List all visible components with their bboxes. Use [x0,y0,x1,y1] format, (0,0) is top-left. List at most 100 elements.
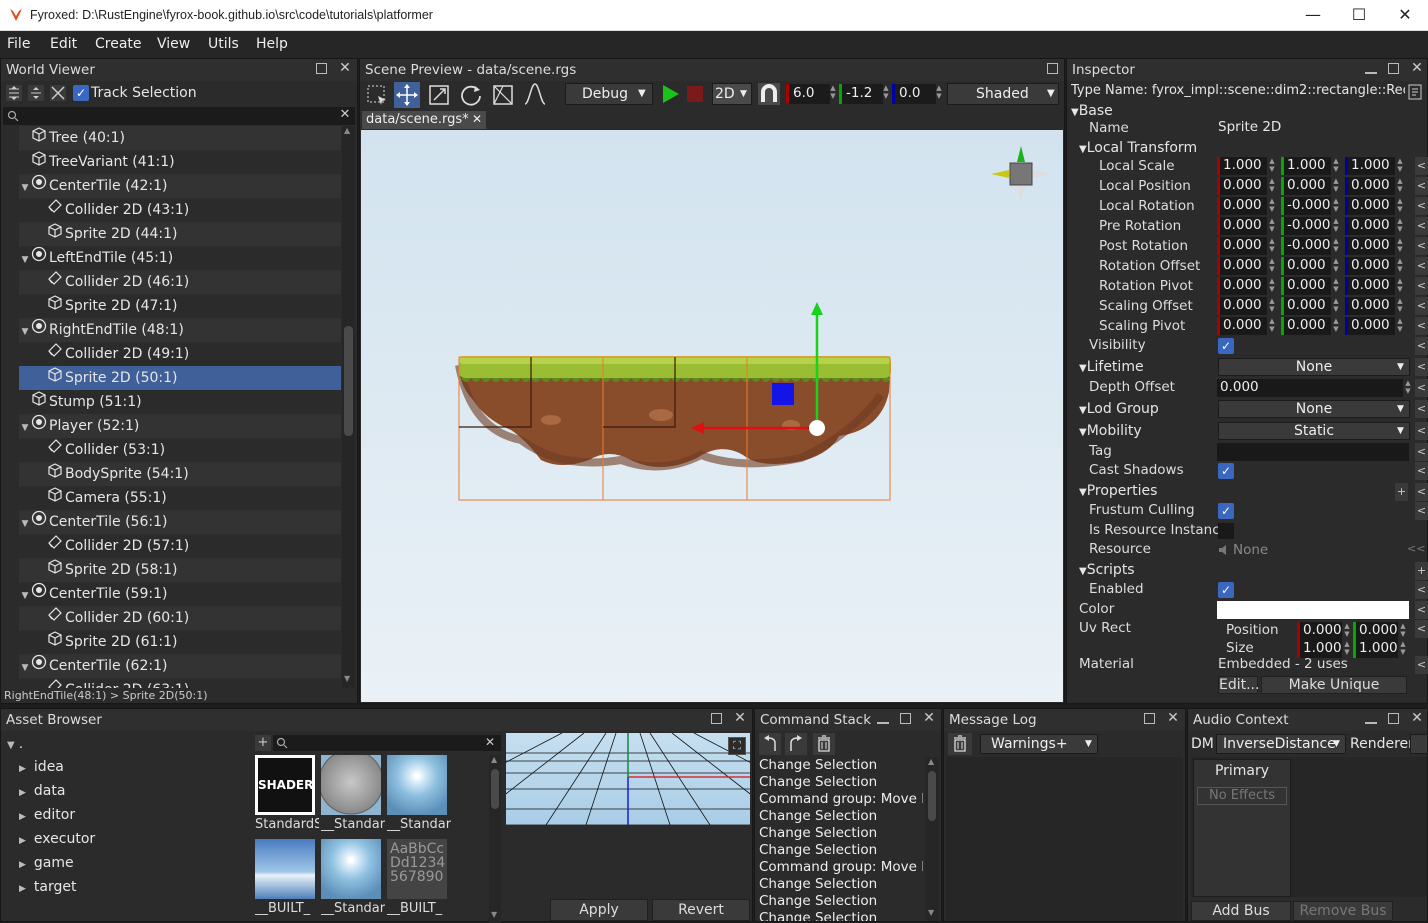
uv-position-x-spinner[interactable]: ▲ ▼ [1342,622,1352,640]
tree-item[interactable]: ▼ RightEndTile (48:1) [19,318,341,342]
command-item[interactable]: Change Selection [757,893,923,910]
clear-search-icon[interactable]: ✕ [337,108,353,124]
reset-button[interactable]: < [1415,237,1428,255]
play-button[interactable] [659,83,681,105]
tree-item[interactable]: ▼ CenterTile (42:1) [19,174,341,198]
maximize-panel-icon[interactable] [1047,63,1058,74]
transform-z-field[interactable]: 0.000 [1345,237,1395,255]
expand-arrow-icon[interactable]: ▶ [19,788,26,798]
transform-x-spinner[interactable]: ▲ ▼ [1267,317,1277,335]
transform-z-spinner[interactable]: ▲ ▼ [1395,257,1405,275]
minimize-panel-icon[interactable] [877,722,889,724]
scene-viewport[interactable] [361,130,1063,702]
command-item[interactable]: Change Selection [757,910,923,921]
move-tool-icon[interactable] [394,82,420,108]
tree-item[interactable]: Sprite 2D (58:1) [19,558,341,582]
transform-x-spinner[interactable]: ▲ ▼ [1267,157,1277,175]
close-window-button[interactable]: ✕ [1382,0,1428,31]
folder-item[interactable]: ▶ executor [19,831,95,847]
transform-y-spinner[interactable]: ▲ ▼ [1331,197,1341,215]
transform-z-spinner[interactable]: ▲ ▼ [1395,157,1405,175]
maximize-panel-icon[interactable] [316,63,327,74]
command-item[interactable]: Change Selection [757,825,923,842]
transform-x-spinner[interactable]: ▲ ▼ [1267,197,1277,215]
track-selection-checkbox[interactable]: ✓ [73,85,89,101]
close-panel-icon[interactable]: ✕ [732,711,748,727]
minimize-panel-icon[interactable] [1365,72,1377,74]
expand-arrow-icon[interactable]: ▼ [19,249,31,272]
tree-item[interactable]: Sprite 2D (47:1) [19,294,341,318]
maximize-panel-icon[interactable] [1388,713,1399,724]
asset-scroll-thumb[interactable] [491,769,499,809]
snap-z-field[interactable]: 0.0 [892,84,936,104]
command-item[interactable]: Change Selection [757,774,923,791]
transform-z-spinner[interactable]: ▲ ▼ [1395,237,1405,255]
folder-item[interactable]: ▶ game [19,855,74,871]
transform-x-spinner[interactable]: ▲ ▼ [1267,277,1277,295]
reset-button[interactable]: < [1415,257,1428,275]
transform-y-field[interactable]: -0.000 [1281,217,1331,235]
lifetime-toggle[interactable]: ▼Lifetime [1079,359,1144,375]
tree-item[interactable]: Collider 2D (43:1) [19,198,341,222]
reset-button[interactable]: < [1415,656,1428,674]
expand-all-icon[interactable] [27,84,45,102]
color-swatch[interactable] [1217,601,1409,619]
reset-button[interactable]: < [1415,601,1428,619]
maximize-button[interactable]: ☐ [1336,0,1382,31]
snapping-magnet-icon[interactable] [758,83,780,105]
reset-button[interactable]: < [1415,620,1428,638]
close-panel-icon[interactable]: ✕ [1409,711,1425,727]
transform-x-field[interactable]: 0.000 [1217,197,1267,215]
tree-item[interactable]: ▼ CenterTile (62:1) [19,654,341,678]
reset-button[interactable]: << [1407,542,1425,555]
expand-arrow-icon[interactable]: ▶ [19,764,26,774]
scroll-up-icon[interactable]: ▲ [491,755,497,764]
make-unique-button[interactable]: Make Unique [1261,676,1407,694]
folder-tree-root[interactable]: ▼ . [7,737,23,752]
mobility-toggle[interactable]: ▼Mobility [1079,423,1142,439]
add-property-button[interactable]: + [1395,483,1408,501]
tree-item[interactable]: ▼ LeftEndTile (45:1) [19,246,341,270]
reset-button[interactable]: < [1415,443,1428,461]
transform-y-spinner[interactable]: ▲ ▼ [1331,257,1341,275]
transform-y-field[interactable]: 0.000 [1281,177,1331,195]
stop-button[interactable] [687,86,703,102]
reset-button[interactable]: < [1415,462,1428,480]
menu-edit[interactable]: Edit [50,36,77,52]
tree-item[interactable]: Stump (51:1) [19,390,341,414]
transform-z-field[interactable]: 0.000 [1345,197,1395,215]
transform-x-spinner[interactable]: ▲ ▼ [1267,217,1277,235]
tree-item[interactable]: Collider 2D (63:1) [19,678,341,688]
properties-toggle[interactable]: ▼Properties [1079,483,1157,499]
rotate-tool-icon[interactable] [458,82,484,108]
revert-button[interactable]: Revert [652,899,750,921]
transform-y-spinner[interactable]: ▲ ▼ [1331,177,1341,195]
enabled-checkbox[interactable]: ✓ [1218,582,1234,598]
locate-selection-icon[interactable] [49,84,67,102]
reset-button[interactable]: < [1415,277,1428,295]
expand-arrow-icon[interactable]: ▼ [19,417,31,440]
trash-icon[interactable] [813,733,835,755]
transform-y-field[interactable]: 0.000 [1281,317,1331,335]
asset-item[interactable]: __Standar [321,839,385,921]
asset-item[interactable]: __BUILT_ [255,839,319,921]
expand-arrow-icon[interactable]: ▶ [19,860,26,870]
reset-button[interactable]: < [1415,358,1428,376]
folder-item[interactable]: ▶ data [19,783,65,799]
frustum-culling-checkbox[interactable]: ✓ [1218,503,1234,519]
snap-z-spinner[interactable]: ▲ ▼ [934,84,944,104]
transform-x-field[interactable]: 1.000 [1217,157,1267,175]
reset-button[interactable]: < [1415,422,1428,440]
visibility-checkbox[interactable]: ✓ [1218,338,1234,354]
reset-button[interactable]: < [1415,197,1428,215]
tree-item[interactable]: Collider (53:1) [19,438,341,462]
minimize-button[interactable]: — [1290,0,1336,31]
tree-item[interactable]: ▼ CenterTile (56:1) [19,510,341,534]
maximize-panel-icon[interactable] [1144,713,1155,724]
menu-file[interactable]: File [7,36,30,52]
folder-item[interactable]: ▶ editor [19,807,75,823]
transform-x-field[interactable]: 0.000 [1217,177,1267,195]
navmesh-tool-icon[interactable] [490,82,516,108]
mobility-dropdown[interactable]: Static ▼ [1218,422,1410,440]
transform-z-field[interactable]: 0.000 [1345,297,1395,315]
